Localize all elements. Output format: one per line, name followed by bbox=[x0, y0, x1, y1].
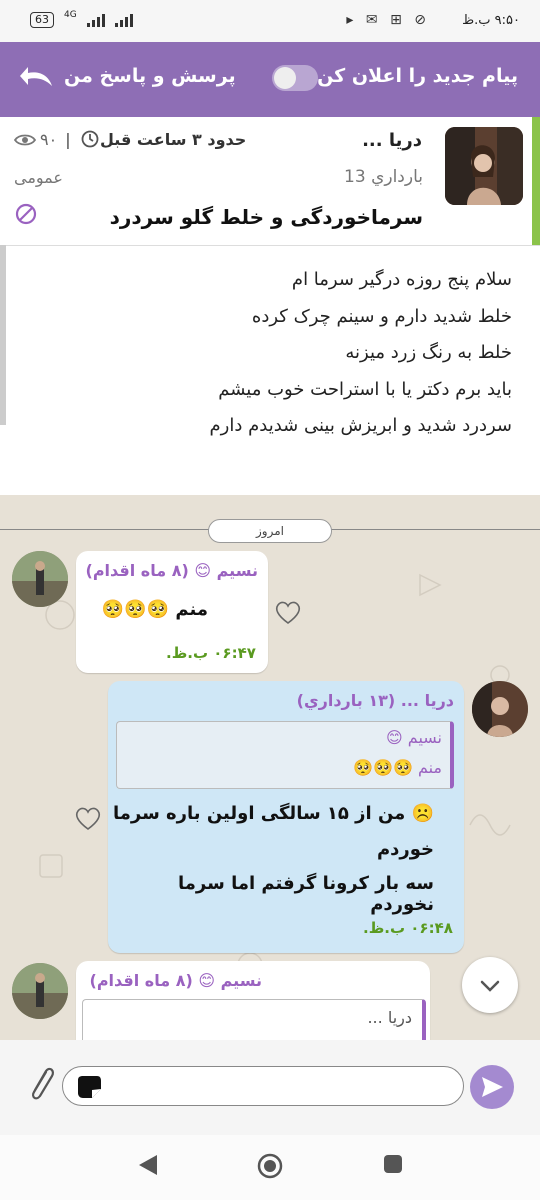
message-text-line: ☹️ من از ۱۵ سالگی اولین باره سرما bbox=[112, 803, 434, 824]
nav-back-icon[interactable] bbox=[137, 1153, 159, 1177]
sender-avatar[interactable] bbox=[12, 963, 68, 1019]
avatar-photo bbox=[472, 681, 528, 737]
post-side-bar bbox=[0, 245, 6, 425]
toggle-knob bbox=[274, 67, 296, 89]
quoted-message[interactable]: نسیم 😊 منم 🥺🥺🥺 bbox=[116, 721, 454, 789]
sender-avatar[interactable] bbox=[12, 551, 68, 607]
quoted-author: دریا ... bbox=[367, 1008, 412, 1027]
post-accent-bar bbox=[532, 117, 540, 245]
avatar-photo bbox=[12, 963, 68, 1019]
status-bar: 63 4G ▸ ✉ ⊞ ⊘ ۹:۵۰ ب.ظ bbox=[0, 0, 540, 42]
message-bubble[interactable]: نسیم 😊 (۸ ماه اقدام) دریا ... bbox=[76, 961, 430, 1040]
my-qa-label[interactable]: پرسش و پاسخ من bbox=[64, 65, 236, 87]
send-icon bbox=[482, 1077, 503, 1097]
message-author[interactable]: نسیم 😊 (۸ ماه اقدام) bbox=[86, 561, 259, 580]
nav-recents-icon[interactable] bbox=[382, 1153, 404, 1175]
post-body-line: سلام پنج روزه درگیر سرما ام bbox=[291, 269, 512, 290]
header-divider bbox=[6, 245, 540, 246]
post-body-line: باید برم دکتر یا با استراحت خوب میشم bbox=[218, 378, 512, 400]
quoted-text: منم 🥺🥺🥺 bbox=[353, 758, 442, 777]
message-text: منم 🥺🥺🥺 bbox=[101, 599, 208, 620]
signal-icon bbox=[86, 13, 105, 27]
message-author[interactable]: نسیم 😊 (۸ ماه اقدام) bbox=[90, 971, 263, 990]
like-heart-icon[interactable] bbox=[73, 804, 103, 832]
pregnancy-week: 13 بارداري bbox=[344, 167, 423, 187]
views-count: ۹۰ | bbox=[14, 130, 71, 149]
nav-home-icon[interactable] bbox=[256, 1152, 284, 1180]
date-label: امروز bbox=[208, 519, 332, 543]
message-author[interactable]: دریا ... (۱۳ بارداري) bbox=[297, 691, 454, 710]
notify-new-message-label: پیام جدید را اعلان کن bbox=[317, 65, 518, 87]
clock: ۹:۵۰ ب.ظ bbox=[462, 13, 520, 28]
sender-avatar[interactable] bbox=[472, 681, 528, 737]
avatar-photo bbox=[12, 551, 68, 607]
compose-bar bbox=[0, 1040, 540, 1135]
battery-indicator: 63 bbox=[30, 12, 54, 28]
message-text-line: خوردم bbox=[376, 839, 434, 860]
message-bubble-outgoing[interactable]: دریا ... (۱۳ بارداري) نسیم 😊 منم 🥺🥺🥺 ☹️ … bbox=[108, 681, 464, 953]
like-heart-icon[interactable] bbox=[273, 598, 303, 626]
author-avatar[interactable] bbox=[445, 127, 523, 205]
toolbar: پیام جدید را اعلان کن پرسش و پاسخ من bbox=[0, 42, 540, 117]
meta-separator: | bbox=[65, 130, 71, 149]
message-text-line: سه بار کرونا گرفتم اما سرما نخوردم bbox=[178, 873, 434, 915]
views-value: ۹۰ bbox=[40, 130, 58, 149]
message-bubble[interactable]: نسیم 😊 (۸ ماه اقدام) منم 🥺🥺🥺 ۰۶:۴۷ ب.ظ. bbox=[76, 551, 268, 673]
avatar-photo bbox=[445, 127, 523, 205]
clock-icon bbox=[81, 130, 99, 148]
system-nav-bar bbox=[0, 1135, 540, 1200]
post-body-line: سردرد شدید و ابریزش بینی شدیدم دارم bbox=[209, 415, 512, 436]
notify-toggle[interactable] bbox=[272, 65, 318, 91]
post-subject: سرماخوردگی و خلط گلو سردرد bbox=[109, 205, 423, 229]
sticker-icon[interactable] bbox=[75, 1074, 103, 1100]
quoted-author: نسیم 😊 bbox=[386, 728, 442, 747]
question-post: دریا ... حدود ۳ ساعت قبل ۹۰ | 13 بارداري… bbox=[0, 117, 540, 495]
signal-icon-2 bbox=[114, 13, 133, 27]
post-category: عمومی bbox=[14, 168, 63, 187]
message-input[interactable] bbox=[62, 1066, 464, 1106]
block-icon[interactable] bbox=[14, 202, 38, 226]
chat-area[interactable]: امروز نسیم 😊 (۸ ماه اقدام) منم 🥺🥺🥺 ۰۶:۴۷… bbox=[0, 495, 540, 1040]
quoted-message[interactable]: دریا ... bbox=[82, 999, 426, 1040]
post-body-line: خلط به رنگ زرد میزنه bbox=[345, 342, 512, 363]
post-body: سلام پنج روزه درگیر سرما ام خلط شدید دار… bbox=[210, 262, 512, 445]
back-arrow-icon[interactable] bbox=[18, 64, 56, 92]
post-time: حدود ۳ ساعت قبل bbox=[100, 130, 247, 149]
attach-icon[interactable] bbox=[24, 1062, 58, 1106]
message-time: ۰۶:۴۸ ب.ظ. bbox=[363, 919, 453, 937]
post-body-line: خلط شدید دارم و سینم چرک کرده bbox=[251, 305, 512, 327]
scroll-down-button[interactable] bbox=[462, 957, 518, 1013]
network-type: 4G bbox=[64, 10, 77, 20]
send-button[interactable] bbox=[470, 1065, 514, 1109]
status-left: 63 4G bbox=[30, 10, 133, 28]
post-author[interactable]: دریا ... bbox=[362, 130, 422, 151]
message-time: ۰۶:۴۷ ب.ظ. bbox=[166, 644, 256, 662]
notification-icons: ▸ ✉ ⊞ ⊘ bbox=[346, 12, 430, 28]
eye-icon bbox=[14, 134, 36, 145]
chevron-down-icon bbox=[480, 980, 500, 992]
